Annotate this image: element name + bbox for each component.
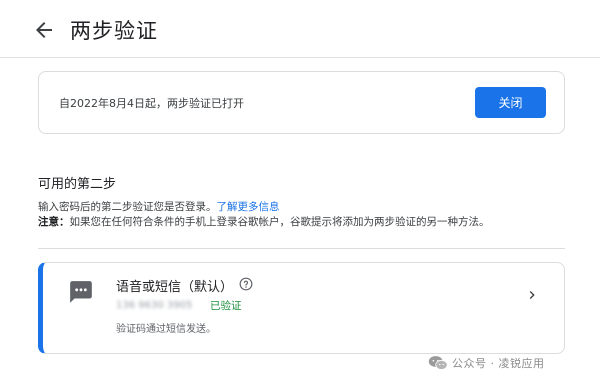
help-circle-icon[interactable] bbox=[239, 277, 253, 291]
description-text: 输入密码后的第二步验证您是否登录。 bbox=[38, 201, 217, 213]
divider bbox=[38, 248, 565, 249]
section-description: 输入密码后的第二步验证您是否登录。了解更多信息 bbox=[38, 199, 280, 214]
verified-badge: 已验证 bbox=[210, 300, 242, 312]
learn-more-link[interactable]: 了解更多信息 bbox=[217, 201, 280, 213]
watermark: 公众号 · 凌锐应用 bbox=[428, 351, 545, 375]
option-description: 验证码通过短信发送。 bbox=[116, 324, 216, 335]
note-text: 如果您在任何符合条件的手机上登录谷歌帐户，谷歌提示将添加为两步验证的另一种方法。 bbox=[69, 216, 490, 228]
watermark-text: 公众号 · 凌锐应用 bbox=[452, 357, 545, 370]
phone-number: 136 9630 3905 bbox=[116, 300, 193, 311]
note: 注意：如果您在任何符合条件的手机上登录谷歌帐户，谷歌提示将添加为两步验证的另一种… bbox=[38, 214, 490, 229]
turn-off-button[interactable]: 关闭 bbox=[475, 87, 546, 118]
chevron-right-icon[interactable] bbox=[524, 287, 540, 303]
wechat-logo-icon bbox=[428, 356, 448, 370]
arrow-back-icon[interactable] bbox=[32, 18, 56, 42]
message-icon bbox=[70, 281, 92, 303]
page-header: 两步验证 bbox=[0, 0, 600, 58]
status-card: 自2022年8月4日起，两步验证已打开 关闭 bbox=[38, 71, 565, 134]
page-title: 两步验证 bbox=[70, 19, 158, 43]
option-title: 语音或短信（默认） bbox=[116, 280, 234, 295]
note-label: 注意： bbox=[38, 216, 70, 228]
status-text: 自2022年8月4日起，两步验证已打开 bbox=[59, 97, 244, 110]
section-title: 可用的第二步 bbox=[38, 177, 117, 192]
sms-option-card[interactable]: 语音或短信（默认） 136 9630 3905 已验证 验证码通过短信发送。 bbox=[38, 262, 565, 354]
